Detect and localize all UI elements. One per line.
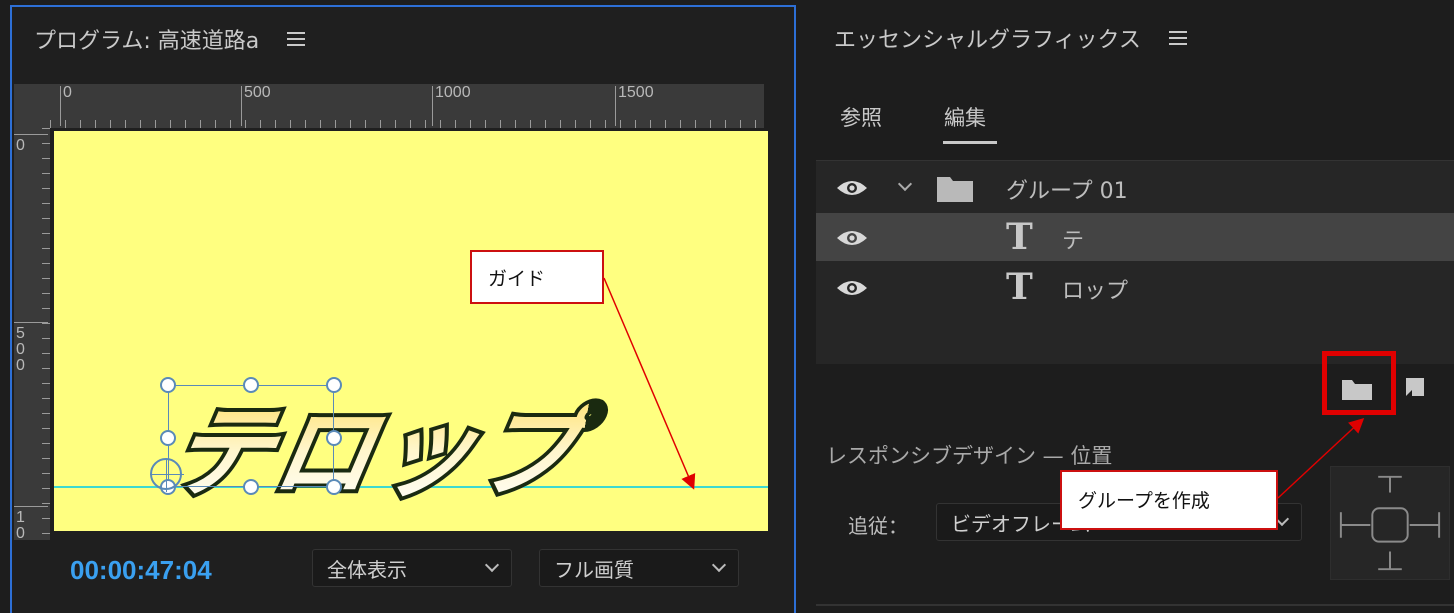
chevron-down-icon (484, 557, 500, 573)
playback-quality-value: フル画質 (554, 557, 634, 582)
create-group-callout: グループを作成 (1060, 470, 1278, 530)
program-canvas[interactable]: テロップ テロップ (54, 131, 768, 531)
playhead-timecode[interactable]: 00:00:47:04 (70, 555, 212, 586)
ruler-label: 0 (63, 84, 72, 101)
chevron-down-icon (711, 557, 727, 573)
vertical-ruler[interactable]: 0 500 10 (14, 128, 50, 540)
create-group-highlight (1322, 351, 1396, 415)
zoom-level-select[interactable]: 全体表示 (312, 549, 512, 587)
selection-bounding-box[interactable] (168, 385, 334, 487)
horizontal-ruler[interactable]: 0 500 1000 1500 (50, 84, 764, 128)
program-monitor-panel: プログラム: 高速道路a 0 500 1000 1500 0 500 10 テロ… (10, 5, 796, 613)
eye-icon[interactable] (836, 279, 868, 297)
new-layer-icon[interactable] (1400, 374, 1428, 402)
transform-handle[interactable] (326, 479, 342, 495)
ruler-label: 0 (16, 137, 25, 154)
program-monitor-title: プログラム: 高速道路a (34, 29, 260, 54)
hamburger-menu-icon[interactable] (287, 32, 306, 46)
transform-handle[interactable] (326, 377, 342, 393)
transform-handle[interactable] (326, 430, 342, 446)
transform-handle[interactable] (243, 377, 259, 393)
ruler-label: 1000 (435, 84, 471, 101)
layer-row-text[interactable]: T テ (816, 213, 1454, 261)
eye-icon[interactable] (836, 229, 868, 247)
layer-label: テ (1062, 229, 1085, 254)
ruler-corner (14, 84, 50, 128)
ruler-label: 1500 (618, 84, 654, 101)
transform-handle[interactable] (160, 430, 176, 446)
program-monitor-header: プログラム: 高速道路a (34, 23, 306, 55)
ruler-label: 500 (16, 325, 25, 374)
text-t-icon: T (1006, 266, 1033, 308)
active-tab-indicator (943, 141, 997, 144)
pin-to-edges-icon[interactable] (1330, 466, 1450, 580)
layer-row-text[interactable]: T ロップ (816, 263, 1454, 311)
layer-label: ロップ (1062, 279, 1129, 304)
layer-row-group[interactable]: グループ 01 (816, 163, 1454, 211)
transform-handle[interactable] (243, 479, 259, 495)
expand-chevron-icon[interactable] (897, 176, 913, 192)
playback-quality-select[interactable]: フル画質 (539, 549, 739, 587)
layer-label: グループ 01 (1006, 179, 1128, 204)
folder-icon (937, 177, 973, 202)
essential-graphics-title: エッセンシャルグラフィックス (834, 28, 1141, 53)
panel-divider (816, 604, 1454, 606)
ruler-label: 10 (16, 509, 25, 541)
layer-list: グループ 01 T テ T ロップ (816, 160, 1454, 364)
text-t-icon: T (1006, 216, 1033, 258)
ruler-label: 500 (244, 84, 271, 101)
anchor-point-icon[interactable] (150, 458, 184, 492)
eye-icon[interactable] (836, 179, 868, 197)
responsive-design-label: レスポンシブデザイン — 位置 (826, 444, 1113, 468)
tab-edit[interactable]: 編集 (944, 102, 986, 132)
hamburger-menu-icon[interactable] (1168, 31, 1187, 45)
follow-label: 追従： (848, 514, 908, 538)
essential-graphics-header: エッセンシャルグラフィックス (834, 22, 1187, 54)
zoom-level-value: 全体表示 (327, 557, 407, 582)
tab-browse[interactable]: 参照 (840, 102, 882, 132)
guide-callout: ガイド (470, 250, 604, 304)
transform-handle[interactable] (160, 377, 176, 393)
